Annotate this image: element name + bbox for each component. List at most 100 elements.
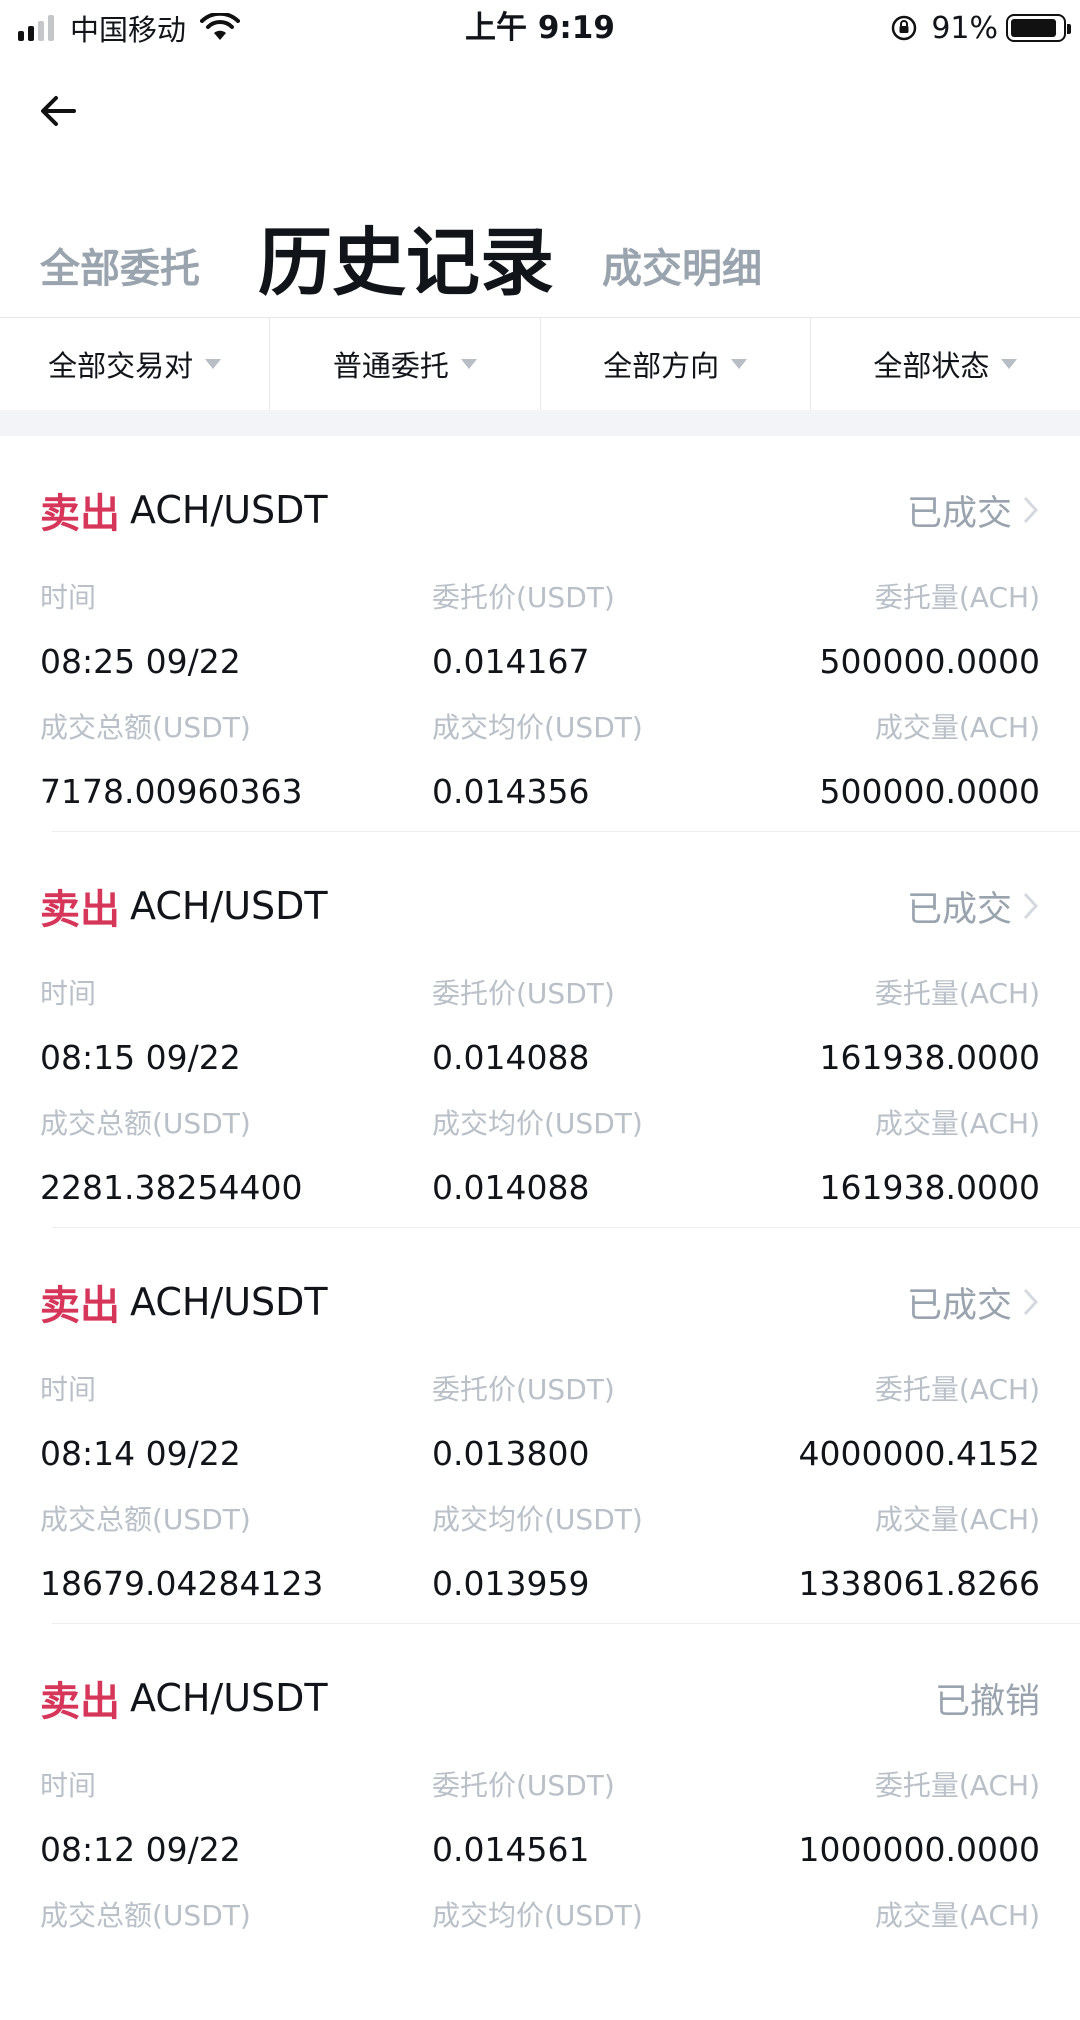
order-status[interactable]: 已撤销: [935, 1673, 1040, 1724]
value-avg-price: 0.013959: [432, 1564, 590, 1603]
label-row: 时间 委托价(USDT) 委托量(ACH): [40, 566, 1040, 630]
order-side: 卖出: [40, 491, 120, 537]
order-card[interactable]: 卖出 ACH/USDT 已成交 时间 委托价(USDT) 委托量(ACH) 08…: [0, 1228, 1080, 1624]
order-status-label: 已成交: [906, 493, 1012, 534]
order-status-label: 已撤销: [934, 1681, 1040, 1722]
order-card[interactable]: 卖出 ACH/USDT 已撤销 时间 委托价(USDT) 委托量(ACH) 08…: [0, 1624, 1080, 2020]
order-side: 卖出: [40, 1283, 120, 1329]
label-order-amount: 委托量(ACH): [874, 1373, 1040, 1406]
caret-down-icon: [205, 359, 222, 369]
status-bar: 中国移动 上午 9:19 91%: [0, 0, 1080, 54]
value-row: 08:12 09/22 0.014561 1000000.0000: [40, 1818, 1040, 1884]
label-total: 成交总额(USDT): [40, 1899, 251, 1932]
label-total: 成交总额(USDT): [40, 711, 251, 744]
order-side: 卖出: [40, 887, 120, 933]
order-pair: ACH/USDT: [130, 488, 328, 532]
order-header: 卖出 ACH/USDT 已撤销: [40, 1668, 1040, 1728]
label-row: 时间 委托价(USDT) 委托量(ACH): [40, 962, 1040, 1026]
filter-status[interactable]: 全部状态: [811, 318, 1080, 410]
caret-down-icon: [1001, 359, 1018, 369]
order-details: 时间 委托价(USDT) 委托量(ACH) 08:25 09/22 0.0141…: [40, 566, 1040, 826]
value-total: 18679.04284123: [40, 1564, 324, 1603]
filter-direction[interactable]: 全部方向: [541, 318, 811, 410]
order-status[interactable]: 已成交: [907, 485, 1040, 536]
label-time: 时间: [40, 581, 97, 614]
tab-trade-details[interactable]: 成交明细: [602, 236, 762, 294]
order-header: 卖出 ACH/USDT 已成交: [40, 480, 1040, 540]
label-avg-price: 成交均价(USDT): [432, 1899, 643, 1932]
value-time: 08:14 09/22: [40, 1434, 241, 1473]
label-total: 成交总额(USDT): [40, 1107, 251, 1140]
label-filled: 成交量(ACH): [874, 1503, 1040, 1536]
value-order-price: 0.014561: [432, 1830, 590, 1869]
order-tabs: 全部委托 历史记录 成交明细: [40, 200, 1040, 310]
filter-label: 全部交易对: [48, 349, 194, 383]
label-time: 时间: [40, 977, 97, 1010]
value-row: 08:14 09/22 0.013800 4000000.4152: [40, 1422, 1040, 1488]
tab-history[interactable]: 历史记录: [258, 203, 554, 310]
value-avg-price: 0.014088: [432, 1168, 590, 1207]
value-order-amount: 4000000.4152: [798, 1434, 1040, 1473]
caret-down-icon: [460, 359, 477, 369]
label-order-amount: 委托量(ACH): [874, 1769, 1040, 1802]
label-total: 成交总额(USDT): [40, 1503, 251, 1536]
value-row: 08:25 09/22 0.014167 500000.0000: [40, 630, 1040, 696]
filter-bar: 全部交易对 普通委托 全部方向 全部状态: [0, 317, 1080, 410]
order-details: 时间 委托价(USDT) 委托量(ACH) 08:14 09/22 0.0138…: [40, 1358, 1040, 1618]
value-row: 7178.00960363 0.014356 500000.0000: [40, 760, 1040, 826]
value-filled: 161938.0000: [819, 1168, 1040, 1207]
value-avg-price: 0.014356: [432, 772, 590, 811]
order-status[interactable]: 已成交: [907, 1277, 1040, 1328]
order-status[interactable]: 已成交: [907, 881, 1040, 932]
value-order-price: 0.014088: [432, 1038, 590, 1077]
label-order-price: 委托价(USDT): [432, 977, 615, 1010]
label-row: 时间 委托价(USDT) 委托量(ACH): [40, 1358, 1040, 1422]
filter-trading-pair[interactable]: 全部交易对: [0, 318, 271, 410]
label-order-price: 委托价(USDT): [432, 1769, 615, 1802]
back-arrow-icon[interactable]: [34, 86, 84, 136]
tab-all-orders[interactable]: 全部委托: [40, 236, 200, 294]
order-header: 卖出 ACH/USDT 已成交: [40, 876, 1040, 936]
label-row: 时间 委托价(USDT) 委托量(ACH): [40, 1754, 1040, 1818]
label-row: 成交总额(USDT) 成交均价(USDT) 成交量(ACH): [40, 1488, 1040, 1552]
order-side: 卖出: [40, 1679, 120, 1725]
caret-down-icon: [731, 359, 748, 369]
filter-order-type[interactable]: 普通委托: [270, 318, 541, 410]
value-time: 08:25 09/22: [40, 642, 241, 681]
label-time: 时间: [40, 1373, 97, 1406]
battery-icon: [1006, 14, 1071, 42]
label-filled: 成交量(ACH): [874, 1899, 1040, 1932]
order-card[interactable]: 卖出 ACH/USDT 已成交 时间 委托价(USDT) 委托量(ACH) 08…: [0, 832, 1080, 1228]
label-avg-price: 成交均价(USDT): [432, 711, 643, 744]
label-row: 成交总额(USDT) 成交均价(USDT) 成交量(ACH): [40, 1092, 1040, 1156]
value-row: 18679.04284123 0.013959 1338061.8266: [40, 1552, 1040, 1618]
value-order-price: 0.014167: [432, 642, 590, 681]
order-header: 卖出 ACH/USDT 已成交: [40, 1272, 1040, 1332]
value-time: 08:15 09/22: [40, 1038, 241, 1077]
order-status-label: 已成交: [906, 1285, 1012, 1326]
order-details: 时间 委托价(USDT) 委托量(ACH) 08:12 09/22 0.0145…: [40, 1754, 1040, 1948]
status-right: 91%: [889, 6, 1071, 50]
value-filled: 1338061.8266: [798, 1564, 1040, 1603]
label-order-price: 委托价(USDT): [432, 1373, 615, 1406]
value-row: 2281.38254400 0.014088 161938.0000: [40, 1156, 1040, 1222]
value-total: 7178.00960363: [40, 772, 303, 811]
value-time: 08:12 09/22: [40, 1830, 241, 1869]
label-order-amount: 委托量(ACH): [874, 581, 1040, 614]
label-filled: 成交量(ACH): [874, 711, 1040, 744]
value-row: 08:15 09/22 0.014088 161938.0000: [40, 1026, 1040, 1092]
chevron-right-icon: [1023, 892, 1039, 920]
label-row: 成交总额(USDT) 成交均价(USDT) 成交量(ACH): [40, 696, 1040, 760]
order-card[interactable]: 卖出 ACH/USDT 已成交 时间 委托价(USDT) 委托量(ACH) 08…: [0, 436, 1080, 832]
order-list: 卖出 ACH/USDT 已成交 时间 委托价(USDT) 委托量(ACH) 08…: [0, 436, 1080, 2020]
label-avg-price: 成交均价(USDT): [432, 1503, 643, 1536]
chevron-right-icon: [1023, 1288, 1039, 1316]
value-total: 2281.38254400: [40, 1168, 303, 1207]
section-gap: [0, 410, 1080, 436]
order-status-label: 已成交: [906, 889, 1012, 930]
value-order-amount: 1000000.0000: [798, 1830, 1040, 1869]
value-order-amount: 500000.0000: [819, 642, 1040, 681]
label-order-price: 委托价(USDT): [432, 581, 615, 614]
battery-percent: 91%: [931, 10, 998, 46]
value-order-price: 0.013800: [432, 1434, 590, 1473]
